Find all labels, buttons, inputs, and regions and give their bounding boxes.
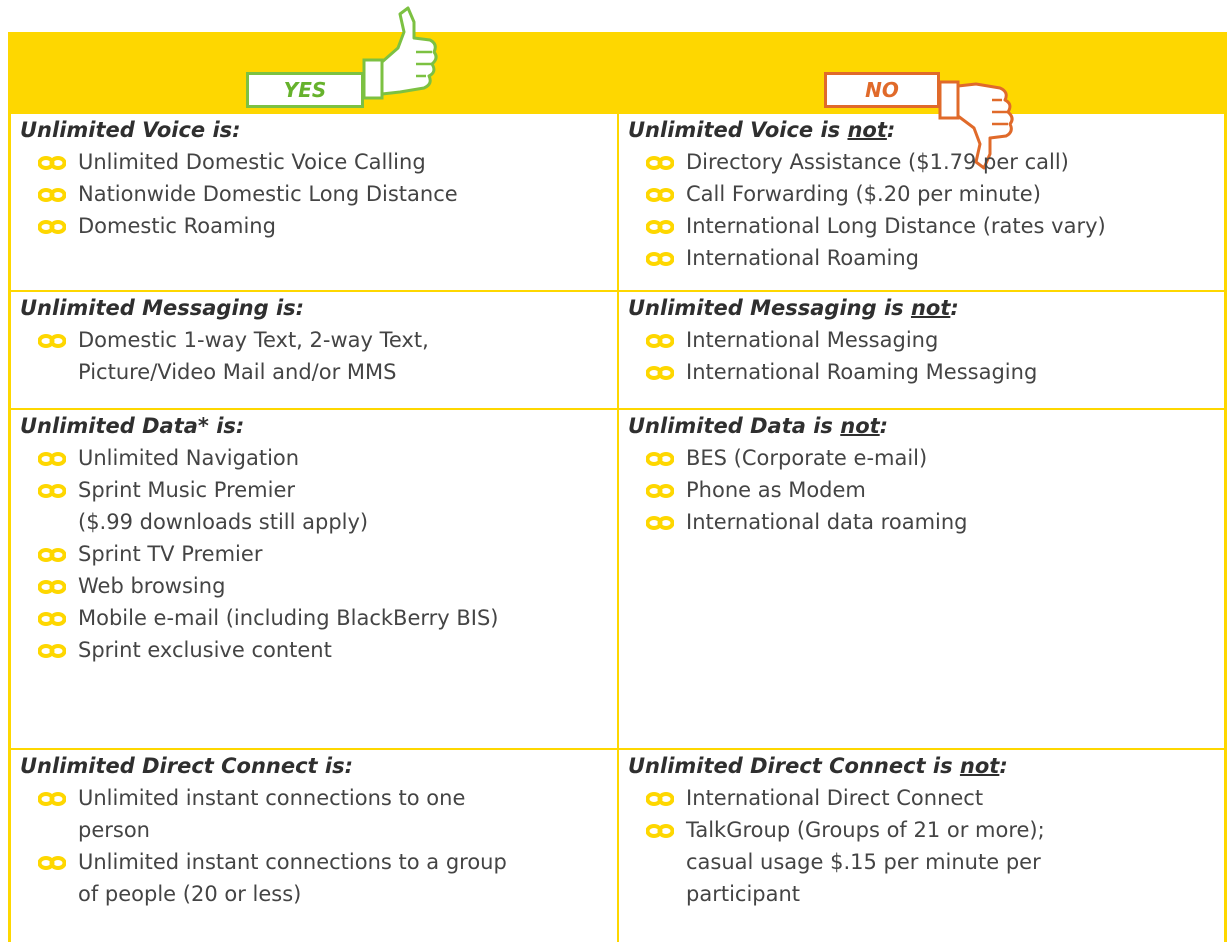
section-heading: Unlimited Messaging is: [20, 296, 305, 320]
list-item: Mobile e-mail (including BlackBerry BIS) [20, 602, 610, 634]
bullet-icon [38, 220, 66, 234]
bullet-icon [38, 644, 66, 658]
row-voice-no: Unlimited Voice is not: Directory Assist… [628, 114, 1222, 274]
list-item: International data roaming [628, 506, 1222, 538]
list-item: Sprint exclusive content [20, 634, 610, 666]
list-item: Sprint TV Premier [20, 538, 610, 570]
bullet-icon [38, 484, 66, 498]
list-item: Domestic 1-way Text, 2-way Text, Picture… [20, 324, 498, 388]
section-heading: Unlimited Data is not: [628, 414, 889, 438]
bullet-icon [38, 792, 66, 806]
bullet-icon [646, 156, 674, 170]
bullet-icon [646, 516, 674, 530]
list-item: International Roaming Messaging [628, 356, 1222, 388]
list-item: Web browsing [20, 570, 610, 602]
section-heading: Unlimited Voice is not: [628, 118, 896, 142]
bullet-icon [38, 612, 66, 626]
bullet-icon [646, 334, 674, 348]
list-item: Unlimited instant connections to a group… [20, 846, 518, 910]
list-item: Domestic Roaming [20, 210, 610, 242]
list-item: Call Forwarding ($.20 per minute) [628, 178, 1222, 210]
bullet-icon [646, 452, 674, 466]
section-heading: Unlimited Direct Connect is: [20, 754, 354, 778]
bullet-icon [646, 252, 674, 266]
row-direct-connect-yes: Unlimited Direct Connect is: Unlimited i… [20, 750, 610, 910]
bullet-icon [38, 452, 66, 466]
list-item: Phone as Modem [628, 474, 1222, 506]
list-item: International Messaging [628, 324, 1222, 356]
row-data-yes: Unlimited Data* is: Unlimited Navigation… [20, 410, 610, 666]
bullet-icon [646, 220, 674, 234]
table-body: Unlimited Voice is: Unlimited Domestic V… [8, 114, 1227, 942]
section-heading: Unlimited Data* is: [20, 414, 245, 438]
row-voice-yes: Unlimited Voice is: Unlimited Domestic V… [20, 114, 610, 242]
list-item: International Long Distance (rates vary) [628, 210, 1222, 242]
list-item: Unlimited Navigation [20, 442, 610, 474]
header-bar: YES NO [8, 6, 1227, 170]
section-heading: Unlimited Messaging is not: [628, 296, 959, 320]
list-item: Nationwide Domestic Long Distance [20, 178, 610, 210]
list-item: TalkGroup (Groups of 21 or more); casual… [628, 814, 1116, 910]
list-item: BES (Corporate e-mail) [628, 442, 1222, 474]
yes-label: YES [246, 72, 364, 108]
row-data-no: Unlimited Data is not: BES (Corporate e-… [628, 410, 1222, 538]
section-heading: Unlimited Voice is: [20, 118, 241, 142]
column-divider [617, 114, 619, 942]
bullet-icon [38, 156, 66, 170]
row-direct-connect-no: Unlimited Direct Connect is not: Interna… [628, 750, 1222, 910]
list-item-continuation: ($.99 downloads still apply) [78, 510, 369, 534]
thumbs-up-icon [362, 6, 438, 100]
list-item: International Roaming [628, 242, 1222, 274]
left-border [8, 114, 11, 942]
row-messaging-no: Unlimited Messaging is not: Internationa… [628, 292, 1222, 388]
bullet-icon [646, 366, 674, 380]
list-item: Unlimited instant connections to one per… [20, 782, 538, 846]
bullet-icon [38, 548, 66, 562]
bullet-icon [38, 856, 66, 870]
bullet-icon [38, 580, 66, 594]
bullet-icon [38, 188, 66, 202]
list-item: Unlimited Domestic Voice Calling [20, 146, 610, 178]
bullet-icon [646, 188, 674, 202]
list-item: Directory Assistance ($1.79 per call) [628, 146, 1222, 178]
list-item: International Direct Connect [628, 782, 1222, 814]
bullet-icon [646, 792, 674, 806]
section-heading: Unlimited Direct Connect is not: [628, 754, 1008, 778]
bullet-icon [646, 484, 674, 498]
bullet-icon [646, 824, 674, 838]
bullet-icon [38, 334, 66, 348]
comparison-table: YES NO Unlimited Voice is: Unlimited Dom… [8, 0, 1227, 942]
no-label: NO [824, 72, 940, 108]
row-messaging-yes: Unlimited Messaging is: Domestic 1-way T… [20, 292, 610, 388]
list-item: Sprint Music Premier [20, 474, 610, 506]
